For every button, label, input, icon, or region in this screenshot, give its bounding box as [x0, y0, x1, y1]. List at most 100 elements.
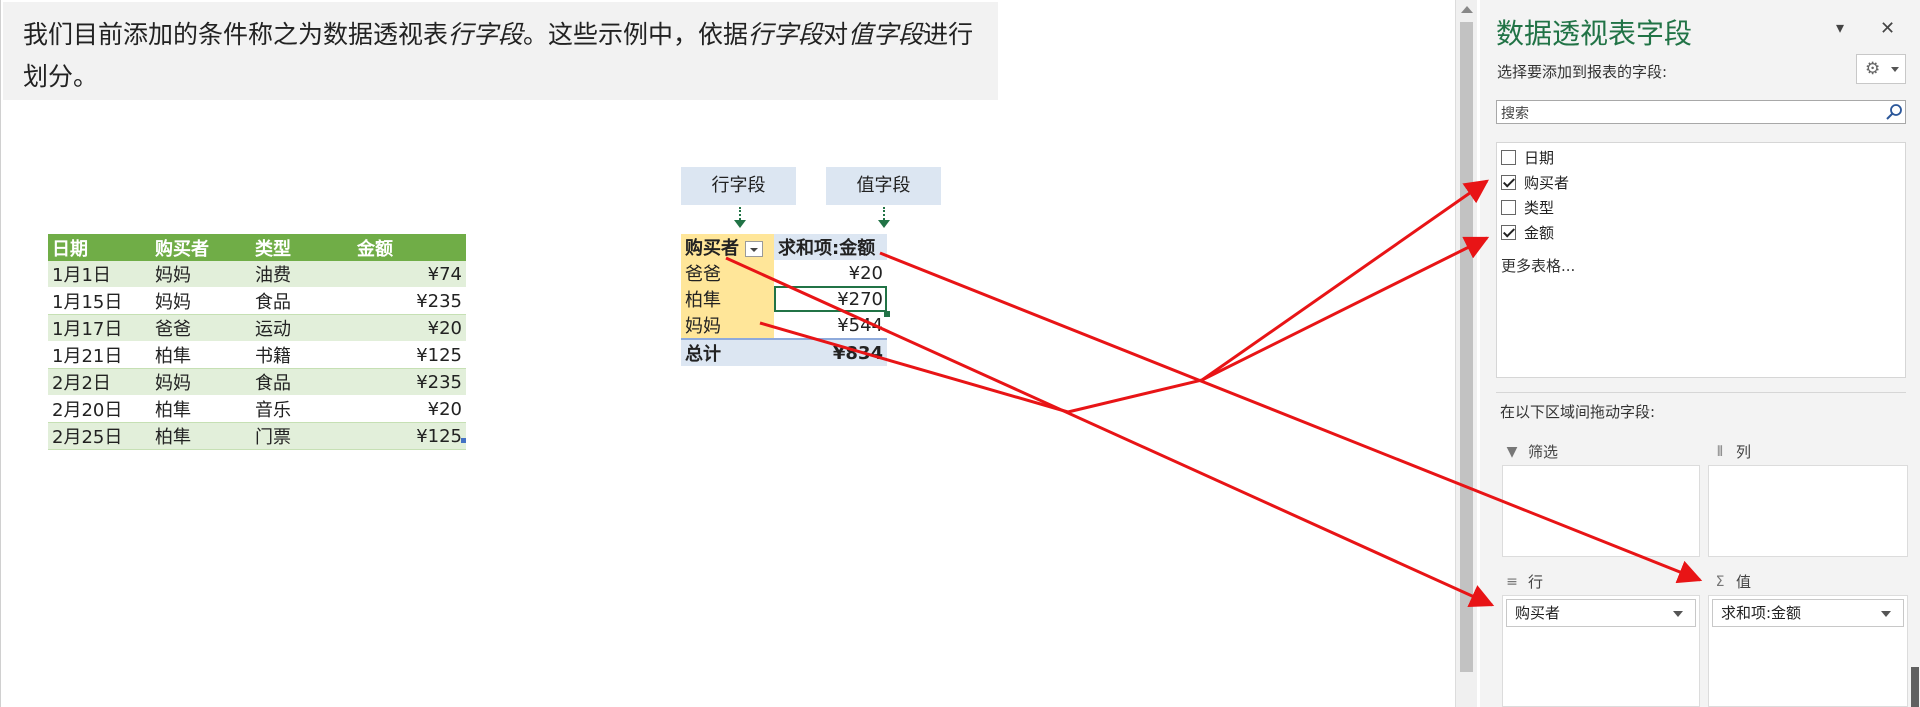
- pane-scrollbar[interactable]: [1910, 0, 1920, 707]
- pivot-total-value[interactable]: ¥834: [774, 338, 887, 366]
- column-header-amount[interactable]: 金额: [353, 234, 466, 261]
- note-emphasis: 值字段: [848, 20, 924, 49]
- cell-amount[interactable]: ¥74: [353, 261, 466, 288]
- pivot-row-label[interactable]: 妈妈: [681, 312, 774, 339]
- cell-date[interactable]: 1月21日: [48, 341, 151, 369]
- rows-icon: ≡: [1506, 573, 1518, 590]
- column-header-type[interactable]: 类型: [251, 234, 353, 261]
- cell-amount[interactable]: ¥125: [353, 422, 466, 450]
- field-checkbox[interactable]: [1501, 149, 1516, 165]
- cell-buyer[interactable]: 爸爸: [151, 314, 251, 342]
- field-item-type[interactable]: 类型: [1501, 197, 1554, 217]
- cell-type[interactable]: 音乐: [251, 395, 353, 423]
- values-area-header: Σ 值: [1712, 571, 1751, 592]
- rows-area-header: ≡ 行: [1504, 571, 1543, 592]
- more-tables-link[interactable]: 更多表格...: [1501, 255, 1575, 276]
- cell-amount[interactable]: ¥20: [353, 314, 466, 342]
- values-drop-area[interactable]: 求和项:金额: [1708, 595, 1908, 707]
- cell-buyer[interactable]: 妈妈: [151, 261, 251, 288]
- cell-buyer[interactable]: 妈妈: [151, 287, 251, 315]
- cell-type[interactable]: 食品: [251, 287, 353, 315]
- rows-chip-label: 购买者: [1515, 604, 1561, 622]
- sheet-vertical-scrollbar[interactable]: [1455, 0, 1477, 707]
- column-header-date[interactable]: 日期: [48, 234, 151, 261]
- cell-buyer[interactable]: 妈妈: [151, 368, 251, 396]
- column-header-buyer[interactable]: 购买者: [151, 234, 251, 261]
- chevron-down-icon[interactable]: [1881, 611, 1891, 617]
- cell-buyer[interactable]: 柏隼: [151, 395, 251, 423]
- pivot-row-label[interactable]: 柏隼: [681, 286, 774, 312]
- cell-date[interactable]: 2月20日: [48, 395, 151, 423]
- fill-handle[interactable]: [884, 311, 890, 317]
- pivot-field-list-pane: 数据透视表字段 ▾ ✕ 选择要添加到报表的字段: ⚙ 搜索 日期 购买者 类型 …: [1480, 0, 1920, 707]
- cell-type[interactable]: 书籍: [251, 341, 353, 369]
- field-item-date[interactable]: 日期: [1501, 147, 1554, 167]
- rows-field-chip[interactable]: 购买者: [1506, 599, 1696, 627]
- values-field-chip[interactable]: 求和项:金额: [1712, 599, 1904, 627]
- note-emphasis: 行字段: [748, 20, 824, 49]
- worksheet: 我们目前添加的条件称之为数据透视表行字段。这些示例中，依据行字段对值字段进行划分…: [0, 0, 1450, 707]
- note-text: 我们目前添加的条件称之为数据透视表: [23, 20, 449, 49]
- filter-drop-area[interactable]: [1502, 465, 1700, 557]
- pane-scrollbar-thumb[interactable]: [1911, 667, 1919, 707]
- cell-date[interactable]: 2月2日: [48, 368, 151, 396]
- scroll-up-arrow-icon[interactable]: [1461, 6, 1473, 13]
- filter-icon: ▼: [1506, 443, 1518, 460]
- cell-date[interactable]: 2月25日: [48, 422, 151, 450]
- choose-fields-label: 选择要添加到报表的字段:: [1497, 63, 1668, 81]
- pivot-total-row: 总计 ¥834: [681, 338, 887, 366]
- field-checkbox[interactable]: [1501, 174, 1516, 190]
- pivot-header-row: 购买者 求和项:金额: [681, 234, 887, 260]
- pivot-row-header[interactable]: 购买者: [681, 234, 774, 260]
- cell-type[interactable]: 食品: [251, 368, 353, 396]
- values-chip-label: 求和项:金额: [1721, 604, 1802, 622]
- scrollbar-thumb[interactable]: [1460, 22, 1473, 672]
- note-text: 对: [823, 20, 849, 49]
- search-input[interactable]: 搜索: [1496, 100, 1906, 124]
- cell-amount[interactable]: ¥125: [353, 341, 466, 369]
- columns-area-header: ⦀ 列: [1712, 441, 1751, 462]
- columns-drop-area[interactable]: [1708, 465, 1908, 557]
- rows-area-label: 行: [1528, 573, 1544, 591]
- pivot-total-label[interactable]: 总计: [681, 338, 774, 366]
- cell-date[interactable]: 1月17日: [48, 314, 151, 342]
- field-item-amount[interactable]: 金额: [1501, 222, 1554, 242]
- field-item-buyer[interactable]: 购买者: [1501, 172, 1569, 192]
- cell-buyer[interactable]: 柏隼: [151, 341, 251, 369]
- cell-amount[interactable]: ¥235: [353, 368, 466, 396]
- cell-date[interactable]: 1月15日: [48, 287, 151, 315]
- table-row: 1月1日 妈妈 油费 ¥74: [48, 261, 466, 288]
- pivot-row-value[interactable]: ¥20: [774, 260, 887, 286]
- field-list: 日期 购买者 类型 金额 更多表格...: [1496, 142, 1906, 378]
- cell-date[interactable]: 1月1日: [48, 261, 151, 288]
- close-icon[interactable]: ✕: [1880, 18, 1895, 39]
- rows-drop-area[interactable]: 购买者: [1502, 595, 1700, 707]
- row-field-label: 行字段: [681, 167, 796, 205]
- field-label: 购买者: [1524, 173, 1570, 192]
- chevron-down-icon: [1891, 67, 1899, 72]
- filter-dropdown-button[interactable]: [745, 241, 763, 257]
- pivot-row-value[interactable]: ¥544: [774, 312, 887, 339]
- cell-type[interactable]: 油费: [251, 261, 353, 288]
- search-icon[interactable]: [1885, 103, 1903, 121]
- cell-type[interactable]: 运动: [251, 314, 353, 342]
- tools-button[interactable]: ⚙: [1856, 54, 1906, 84]
- table-row: 2月25日 柏隼 门票 ¥125: [48, 422, 466, 450]
- field-checkbox[interactable]: [1501, 199, 1516, 215]
- table-row: 1月17日 爸爸 运动 ¥20: [48, 314, 466, 342]
- cell-type[interactable]: 门票: [251, 422, 353, 450]
- note-text: 。这些示例中，依据: [523, 20, 749, 49]
- chevron-down-icon[interactable]: [1673, 611, 1683, 617]
- explanation-note: 我们目前添加的条件称之为数据透视表行字段。这些示例中，依据行字段对值字段进行划分…: [3, 2, 998, 100]
- value-field-pointer-head: [878, 220, 890, 228]
- cell-amount[interactable]: ¥20: [353, 395, 466, 423]
- pivot-value-header[interactable]: 求和项:金额: [774, 234, 887, 260]
- cell-buyer[interactable]: 柏隼: [151, 422, 251, 450]
- selected-cell[interactable]: ¥270: [774, 286, 887, 312]
- pivot-row-label[interactable]: 爸爸: [681, 260, 774, 286]
- table-resize-handle[interactable]: [461, 438, 466, 443]
- pane-options-chevron-icon[interactable]: ▾: [1836, 18, 1844, 37]
- cell-amount[interactable]: ¥235: [353, 287, 466, 315]
- field-checkbox[interactable]: [1501, 224, 1516, 240]
- pivot-row: 柏隼 ¥270: [681, 286, 887, 312]
